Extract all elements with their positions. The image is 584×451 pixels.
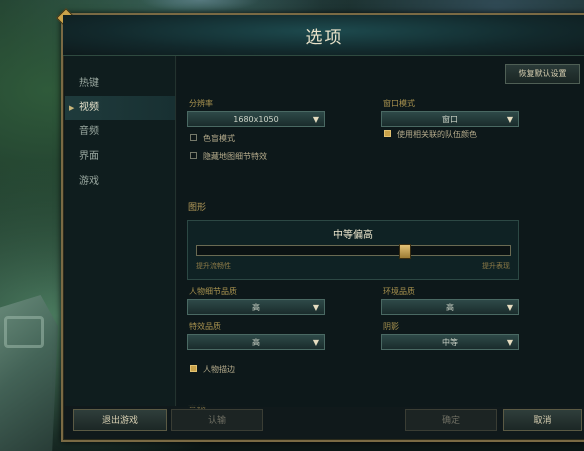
character-quality-value: 高 xyxy=(252,303,260,312)
graphics-preset-value: 中等偏高 xyxy=(333,230,373,241)
colorblind-checkbox[interactable] xyxy=(190,134,197,141)
window-mode-dropdown[interactable]: 窗口 ▼ xyxy=(381,111,519,127)
chevron-down-icon: ▼ xyxy=(312,115,319,124)
window-mode-label: 窗口模式 xyxy=(383,99,415,108)
sidebar-item-interface[interactable]: 界面 xyxy=(65,145,175,169)
effects-quality-dropdown[interactable]: 高 ▼ xyxy=(187,334,325,350)
chevron-down-icon: ▼ xyxy=(312,303,319,312)
effects-quality-label: 特效品质 xyxy=(189,322,221,331)
graphics-section-title: 图形 xyxy=(188,203,207,213)
shadows-label: 阴影 xyxy=(383,322,399,331)
exit-game-button[interactable]: 退出游戏 xyxy=(73,409,167,431)
dialog-titlebar: 选项 xyxy=(63,15,584,56)
graphics-quality-slider[interactable] xyxy=(196,244,511,259)
restore-defaults-button[interactable]: 恢复默认设置 xyxy=(505,64,580,84)
colorblind-label: 色盲模式 xyxy=(203,134,235,143)
hide-eyecandy-label: 隐藏地图细节特效 xyxy=(203,152,267,161)
resolution-dropdown[interactable]: 1680x1050 ▼ xyxy=(187,111,325,127)
surrender-button[interactable]: 认输 xyxy=(171,409,263,431)
sidebar-item-label: 视频 xyxy=(79,102,99,113)
slider-handle[interactable] xyxy=(398,244,411,259)
environment-quality-label: 环境品质 xyxy=(383,287,415,296)
background-statue-detail xyxy=(4,316,44,348)
character-quality-label: 人物细节品质 xyxy=(189,287,237,296)
sidebar-item-hotkeys[interactable]: 热键 xyxy=(65,72,175,96)
options-sidebar: 热键 ▶ 视频 音频 界面 游戏 xyxy=(65,56,176,406)
character-inking-label: 人物描边 xyxy=(203,365,235,374)
slider-max-label: 提升表现 xyxy=(482,262,510,270)
sidebar-item-audio[interactable]: 音频 xyxy=(65,120,175,144)
resolution-label: 分辨率 xyxy=(189,99,213,108)
chevron-down-icon: ▼ xyxy=(506,338,513,347)
chevron-down-icon: ▼ xyxy=(312,338,319,347)
hide-eyecandy-checkbox[interactable] xyxy=(190,152,197,159)
slider-min-label: 提升流畅性 xyxy=(196,262,231,270)
chevron-down-icon: ▼ xyxy=(506,303,513,312)
team-colors-label: 使用相关联的队伍颜色 xyxy=(397,130,477,139)
video-settings-panel: 恢复默认设置 分辨率 1680x1050 ▼ 窗口模式 窗口 ▼ 色盲模式 隐藏… xyxy=(177,56,584,415)
chevron-down-icon: ▼ xyxy=(506,115,513,124)
character-quality-dropdown[interactable]: 高 ▼ xyxy=(187,299,325,315)
sidebar-item-video[interactable]: ▶ 视频 xyxy=(65,96,175,120)
sidebar-item-game[interactable]: 游戏 xyxy=(65,170,175,194)
ok-button[interactable]: 确定 xyxy=(405,409,497,431)
environment-quality-value: 高 xyxy=(446,303,454,312)
scroll-fade xyxy=(177,375,584,407)
environment-quality-dropdown[interactable]: 高 ▼ xyxy=(381,299,519,315)
character-inking-checkbox[interactable] xyxy=(190,365,197,372)
shadows-value: 中等 xyxy=(442,338,458,347)
effects-quality-value: 高 xyxy=(252,338,260,347)
shadows-dropdown[interactable]: 中等 ▼ xyxy=(381,334,519,350)
dialog-title: 选项 xyxy=(305,28,344,48)
background-decoration xyxy=(140,0,260,12)
cancel-button[interactable]: 取消 xyxy=(503,409,582,431)
team-colors-checkbox[interactable] xyxy=(384,130,391,137)
window-mode-value: 窗口 xyxy=(442,115,458,124)
graphics-preset-box: 中等偏高 提升流畅性 提升表现 xyxy=(187,220,519,280)
nav-arrow-icon: ▶ xyxy=(69,104,75,112)
options-dialog: 选项 热键 ▶ 视频 音频 界面 游戏 恢复默认设置 分辨率 1680x1050… xyxy=(56,8,584,442)
resolution-value: 1680x1050 xyxy=(233,115,279,124)
